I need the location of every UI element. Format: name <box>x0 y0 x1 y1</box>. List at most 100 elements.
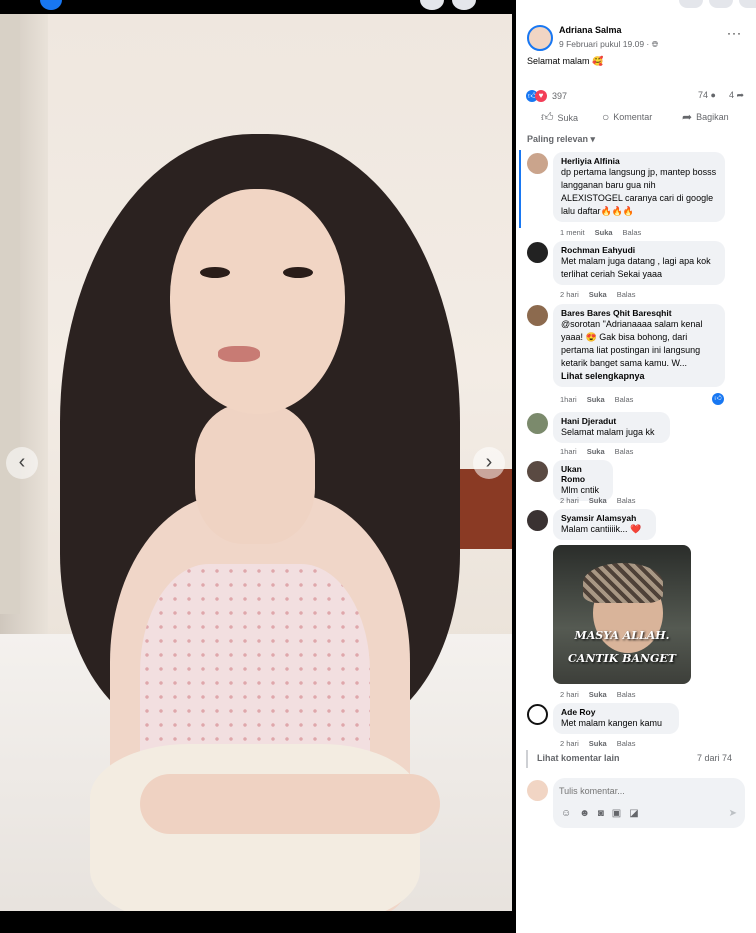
comment-icon: ○ <box>602 110 610 124</box>
sticker-caption: MASYA ALLAH. <box>574 629 670 642</box>
photo-eye-left <box>200 267 230 278</box>
comment-count[interactable]: 74 ● <box>698 90 716 100</box>
comment-like-button[interactable]: Suka <box>589 690 607 699</box>
share-button[interactable]: ➦ Bagikan <box>682 110 729 124</box>
share-count[interactable]: 4 ➦ <box>729 90 744 101</box>
comment-bubble: Hani Djeradut Selamat malam juga kk <box>553 412 670 443</box>
globe-icon: 🌐︎ <box>651 39 659 49</box>
post-photo <box>0 14 512 911</box>
facebook-logo-icon[interactable] <box>40 0 62 10</box>
post-caption: Selamat malam 🥰 <box>527 56 604 66</box>
comment-author[interactable]: Rochman Eahyudi <box>561 245 717 255</box>
photo-curtain <box>0 14 20 614</box>
next-photo-button[interactable]: › <box>473 447 505 479</box>
comment-like-button[interactable]: Suka <box>587 447 605 456</box>
comment-bubble: Ade Roy Met malam kangen kamu <box>553 703 679 734</box>
comment-avatar[interactable] <box>527 461 548 482</box>
comment-text: dp pertama langsung jp, mantep bosss lan… <box>561 167 717 216</box>
comment-avatar[interactable] <box>527 510 548 531</box>
comment-like-button[interactable]: Suka <box>589 739 607 748</box>
highlight-line <box>519 150 521 228</box>
previous-photo-button[interactable]: ‹ <box>6 447 38 479</box>
comment-avatar[interactable] <box>527 305 548 326</box>
comment-reply-button[interactable]: Balas <box>617 690 636 699</box>
photo-neck <box>195 404 315 544</box>
comment-author[interactable]: Hani Djeradut <box>561 416 662 426</box>
see-more-link[interactable]: Lihat selengkapnya <box>561 370 717 383</box>
post-author[interactable]: Adriana Salma <box>559 25 622 35</box>
sticker-caption: CANTIK BANGET <box>568 652 676 665</box>
comment-button[interactable]: ○ Komentar <box>602 110 652 124</box>
comment-bubble: Syamsir Alamsyah Malam cantiiiik... ❤️ <box>553 509 656 540</box>
reaction-count[interactable]: 397 <box>552 91 567 101</box>
camera-icon[interactable]: ◙ <box>598 808 604 819</box>
caret-down-icon: ▾ <box>590 134 596 144</box>
messenger-icon[interactable] <box>709 0 733 8</box>
chevron-right-icon: › <box>485 451 493 473</box>
menu-icon[interactable] <box>679 0 703 8</box>
zoom-out-icon[interactable] <box>420 0 444 10</box>
comment-avatar[interactable] <box>527 413 548 434</box>
sticker-icon[interactable]: ◪ <box>629 808 638 819</box>
comment-reply-button[interactable]: Balas <box>617 739 636 748</box>
composer-tools: ☺ ☻ ◙ ▣ ◪ <box>561 808 639 819</box>
comment-reply-button[interactable]: Balas <box>617 290 636 299</box>
photo-viewer: ‹ › <box>0 0 516 933</box>
author-avatar[interactable] <box>527 25 553 51</box>
thread-line <box>526 750 528 768</box>
comment-avatar[interactable] <box>527 704 548 725</box>
comment-text: Met malam juga datang , lagi apa kok ter… <box>561 256 711 279</box>
comment-reply-button[interactable]: Balas <box>615 395 634 404</box>
comment-meta: 1hari Suka Balas <box>560 395 634 404</box>
more-options-button[interactable]: ··· <box>727 26 742 40</box>
post-timestamp[interactable]: 9 Februari pukul 19.09 · 🌐︎ <box>559 39 658 50</box>
comment-like-button[interactable]: Suka <box>587 395 605 404</box>
sticker-hat <box>583 563 663 603</box>
comment-meta: 2 hari Suka Balas <box>560 290 636 299</box>
comment-avatar[interactable] <box>527 153 548 174</box>
view-more-comments-link[interactable]: Lihat komentar lain <box>537 753 620 763</box>
comment-input[interactable] <box>559 783 729 799</box>
share-icon: ➦ <box>682 110 693 124</box>
comment-like-button[interactable]: Suka <box>589 496 607 505</box>
comment-bubble: Rochman Eahyudi Met malam juga datang , … <box>553 241 725 285</box>
comment-reply-button[interactable]: Balas <box>623 228 642 237</box>
zoom-in-icon[interactable] <box>452 0 476 10</box>
photo-lips <box>218 346 260 362</box>
comment-like-button[interactable]: Suka <box>589 290 607 299</box>
comment-like-badge-icon[interactable]: 👍︎ <box>712 393 724 405</box>
comment-like-button[interactable]: Suka <box>595 228 613 237</box>
comment-reply-button[interactable]: Balas <box>615 447 634 456</box>
post-side-panel: Adriana Salma 9 Februari pukul 19.09 · 🌐… <box>516 0 756 933</box>
gif-icon[interactable]: ▣ <box>612 808 621 819</box>
comment-author[interactable]: Ukan Romo <box>561 464 605 484</box>
viewer-top-bar <box>0 0 516 12</box>
comment-text: Selamat malam juga kk <box>561 427 655 437</box>
fullscreen-icon[interactable] <box>484 0 496 10</box>
comment-bubble-icon: ● <box>710 90 716 100</box>
notifications-icon[interactable] <box>739 0 756 8</box>
comment-author[interactable]: Syamsir Alamsyah <box>561 513 648 523</box>
more-icon: ··· <box>727 26 742 40</box>
comment-sticker-image[interactable]: MASYA ALLAH. CANTIK BANGET <box>553 545 691 684</box>
photo-eye-right <box>283 267 313 278</box>
comment-author[interactable]: Herliyia Alfinia <box>561 156 717 166</box>
send-icon[interactable]: ➤ <box>729 808 737 819</box>
comment-text: Malam cantiiiik... ❤️ <box>561 524 642 534</box>
photo-arm <box>140 774 440 834</box>
comments-page-count: 7 dari 74 <box>697 753 733 763</box>
composer-avatar[interactable] <box>527 780 548 801</box>
avatar-sticker-icon[interactable]: ☺ <box>561 808 571 819</box>
comment-meta: 1hari Suka Balas <box>560 447 634 456</box>
comment-bubble: Herliyia Alfinia dp pertama langsung jp,… <box>553 152 725 222</box>
comment-author[interactable]: Ade Roy <box>561 707 671 717</box>
comment-reply-button[interactable]: Balas <box>617 496 636 505</box>
photo-face <box>170 189 345 414</box>
comment-avatar[interactable] <box>527 242 548 263</box>
like-button[interactable]: 👍︎ Suka <box>541 110 578 125</box>
love-reaction-icon: ♥ <box>535 90 547 102</box>
emoji-icon[interactable]: ☻ <box>579 808 590 819</box>
comment-sort-dropdown[interactable]: Paling relevan ▾ <box>527 134 595 145</box>
comment-author[interactable]: Bares Bares Qhit Baresqhit <box>561 308 717 318</box>
reaction-icons[interactable]: 👍︎ ♥ <box>526 90 550 102</box>
